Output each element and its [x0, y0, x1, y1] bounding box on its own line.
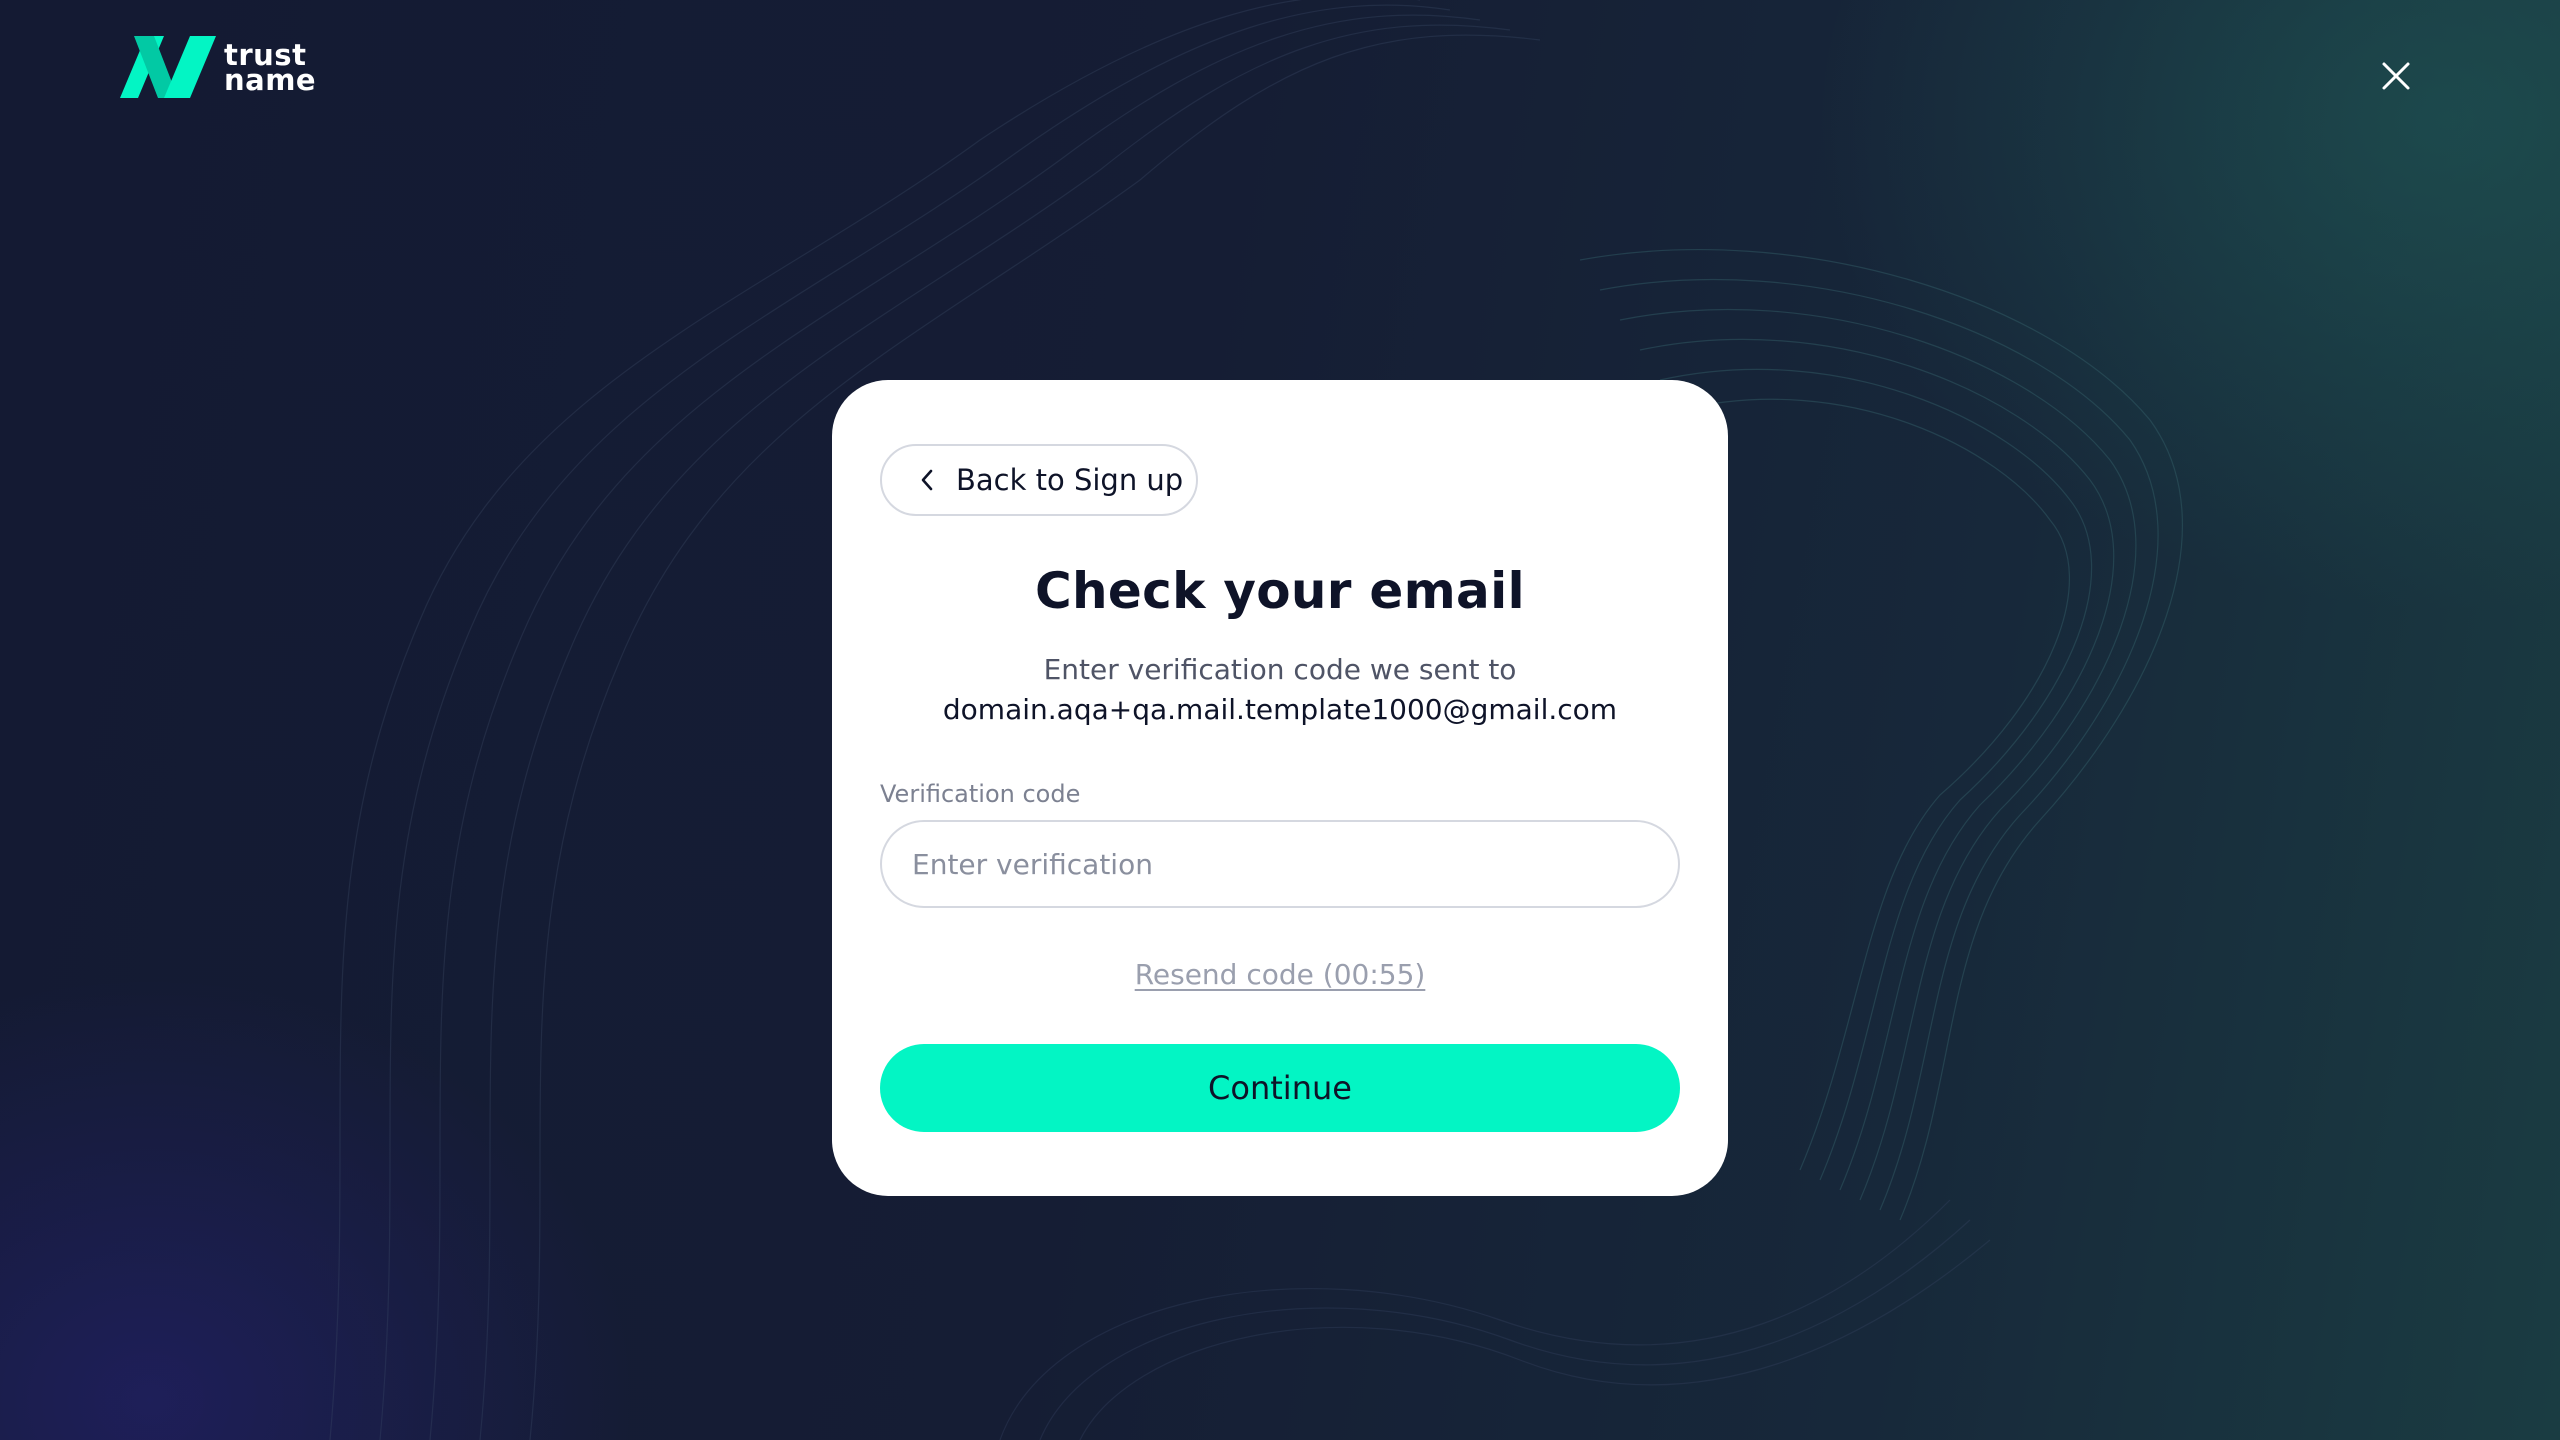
chevron-left-icon	[921, 469, 933, 491]
continue-button[interactable]: Continue	[880, 1044, 1680, 1132]
back-to-signup-label: Back to Sign up	[956, 463, 1184, 497]
resend-code-container: Resend code (00:55)	[832, 958, 1728, 991]
logo-text-line2: name	[224, 63, 317, 97]
verification-code-label: Verification code	[880, 780, 1081, 808]
verification-code-input[interactable]	[880, 820, 1680, 908]
back-to-signup-button[interactable]: Back to Sign up	[880, 444, 1198, 516]
logo-wordmark: trust name	[224, 41, 317, 97]
verification-card: Back to Sign up Check your email Enter v…	[832, 380, 1728, 1196]
recipient-email: domain.aqa+qa.mail.template1000@gmail.co…	[942, 693, 1618, 726]
resend-code-link[interactable]: Resend code (00:55)	[1135, 958, 1426, 991]
close-icon	[2382, 62, 2410, 90]
trustname-logo-mark-icon	[120, 36, 216, 98]
instruction-text: Enter verification code we sent to	[1043, 653, 1517, 686]
page-title: Check your email	[1035, 562, 1525, 620]
close-button[interactable]	[2372, 52, 2420, 100]
continue-label: Continue	[1208, 1069, 1352, 1107]
trustname-logo[interactable]: trust name	[120, 34, 316, 100]
